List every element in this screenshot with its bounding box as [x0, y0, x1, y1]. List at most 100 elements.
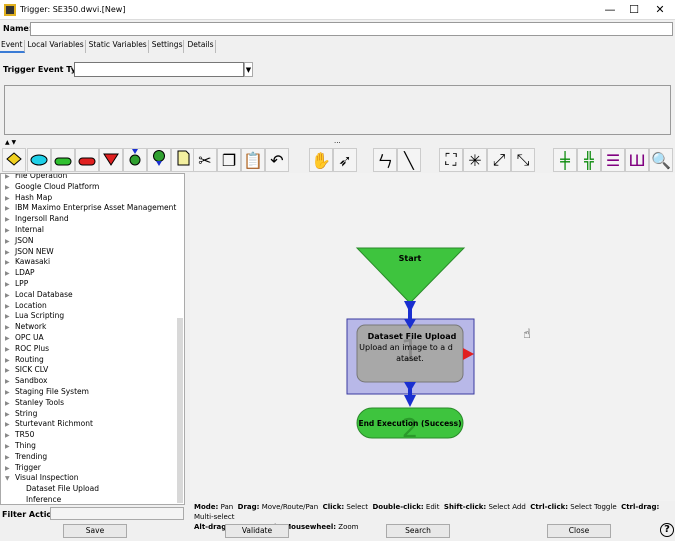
- note-button[interactable]: [171, 148, 195, 172]
- zoom-center-icon: ✳: [468, 150, 482, 170]
- help-icon[interactable]: ?: [660, 523, 674, 537]
- title-bar: Trigger: SE350.dwvi.[New] — ☐ ✕: [0, 0, 675, 20]
- copy-icon: ❐: [221, 150, 237, 170]
- route-orthogonal-button[interactable]: ㄣ: [373, 148, 397, 172]
- close-window-button[interactable]: ✕: [650, 2, 670, 18]
- expanded-arrow-icon[interactable]: ▼: [5, 473, 15, 484]
- tree-item[interactable]: ▶ Trigger: [1, 462, 184, 473]
- tab-bar: Event Local Variables Static Variables S…: [0, 40, 216, 53]
- search-button[interactable]: Search: [386, 524, 450, 538]
- tree-item[interactable]: ▶ TR50: [1, 429, 184, 440]
- tree-child-item[interactable]: Inference: [1, 494, 184, 504]
- tree-item[interactable]: ▶ JSON NEW: [1, 246, 184, 257]
- pan-hand-icon: ✋: [311, 150, 331, 170]
- tree-item[interactable]: ▶ Hash Map: [1, 192, 184, 203]
- description-area[interactable]: [4, 85, 671, 135]
- tree-item[interactable]: ▶ Location: [1, 300, 184, 311]
- zoom-fit-button[interactable]: ⛶: [439, 148, 463, 172]
- route-straight-button[interactable]: ╲: [397, 148, 421, 172]
- tree-item[interactable]: ▶ OPC UA: [1, 332, 184, 343]
- cut-button[interactable]: ✂: [193, 148, 217, 172]
- tree-item[interactable]: ▶ Trending: [1, 451, 184, 462]
- green-terminal-icon: [54, 151, 72, 170]
- pin-node-button[interactable]: [147, 148, 171, 172]
- tree-item[interactable]: ▶ String: [1, 408, 184, 419]
- undo-icon: ↶: [270, 150, 284, 170]
- tab-local-variables[interactable]: Local Variables: [27, 40, 86, 53]
- search-node-button[interactable]: 🔍: [649, 148, 673, 172]
- align-bottom-button[interactable]: Ш: [625, 148, 649, 172]
- green-terminal-button[interactable]: [51, 148, 75, 172]
- splitter-handle[interactable]: ···: [334, 139, 341, 147]
- status-key: Drag:: [237, 503, 260, 511]
- trigger-event-type-select[interactable]: [74, 62, 244, 77]
- tree-item[interactable]: ▶ SICK CLV: [1, 364, 184, 375]
- status-value: Select Add: [488, 503, 526, 511]
- tree-item-label: Thing: [15, 440, 36, 450]
- tree-item[interactable]: ▶ Local Database: [1, 289, 184, 300]
- tree-item[interactable]: ▶ Staging File System: [1, 386, 184, 397]
- decision-diamond-button[interactable]: [2, 148, 26, 172]
- save-button[interactable]: Save: [63, 524, 127, 538]
- validate-button[interactable]: Validate: [225, 524, 289, 538]
- tree-item[interactable]: ▶ Routing: [1, 354, 184, 365]
- tab-settings[interactable]: Settings: [151, 40, 185, 53]
- zoom-in-button[interactable]: ⤢: [487, 148, 511, 172]
- tab-static-variables[interactable]: Static Variables: [88, 40, 149, 53]
- join-node-button[interactable]: [123, 148, 147, 172]
- tree-item[interactable]: ▶ Sturtevant Richmont: [1, 418, 184, 429]
- cut-icon: ✂: [198, 150, 212, 170]
- status-key: Alt-drag:: [194, 523, 230, 531]
- zoom-in-icon: ⤢: [492, 150, 506, 169]
- undo-button[interactable]: ↶: [265, 148, 289, 172]
- name-input[interactable]: [30, 22, 673, 36]
- flow-canvas[interactable]: Start 1 Dataset File Upload Upload an im…: [190, 173, 675, 501]
- action-desc-2: ataset.: [396, 354, 424, 363]
- tree-item[interactable]: ▶ Sandbox: [1, 375, 184, 386]
- zoom-center-button[interactable]: ✳: [463, 148, 487, 172]
- tree-child-item[interactable]: Dataset File Upload: [1, 483, 184, 494]
- tree-item[interactable]: ▶ Lua Scripting: [1, 310, 184, 321]
- zoom-out-button[interactable]: ⤡: [511, 148, 535, 172]
- minimize-button[interactable]: —: [600, 2, 620, 18]
- tree-item-label: Ingersoll Rand: [15, 214, 69, 224]
- copy-button[interactable]: ❐: [217, 148, 241, 172]
- status-value: Zoom: [338, 523, 359, 531]
- filter-actions-input[interactable]: [50, 507, 184, 520]
- tree-item[interactable]: ▼ Visual Inspection: [1, 472, 184, 483]
- tree-item-label: Dataset File Upload: [26, 484, 99, 494]
- distribute-button[interactable]: ╬: [577, 148, 601, 172]
- maximize-button[interactable]: ☐: [624, 2, 644, 18]
- tab-event[interactable]: Event: [0, 40, 25, 53]
- tree-item[interactable]: ▶ Google Cloud Platform: [1, 181, 184, 192]
- red-terminal-button[interactable]: [75, 148, 99, 172]
- align-center-button[interactable]: ╪: [553, 148, 577, 172]
- tree-item[interactable]: ▶ LDAP: [1, 267, 184, 278]
- align-left-button[interactable]: ☰: [601, 148, 625, 172]
- tree-item[interactable]: ▶ Network: [1, 321, 184, 332]
- tree-scrollbar[interactable]: [177, 318, 183, 503]
- tree-item[interactable]: ▶ Ingersoll Rand: [1, 213, 184, 224]
- close-button[interactable]: Close: [547, 524, 611, 538]
- collapse-arrows-icon[interactable]: ▲ ▼: [5, 139, 16, 146]
- tree-item[interactable]: ▶ ROC Plus: [1, 343, 184, 354]
- tree-item[interactable]: ▶ LPP: [1, 278, 184, 289]
- tab-details[interactable]: Details: [186, 40, 216, 53]
- ellipse-node-button[interactable]: [27, 148, 51, 172]
- chevron-down-icon[interactable]: ▼: [244, 62, 253, 77]
- pan-hand-button[interactable]: ✋: [309, 148, 333, 172]
- select-pointer-button[interactable]: ➶: [333, 148, 357, 172]
- tree-item[interactable]: ▶ Stanley Tools: [1, 397, 184, 408]
- tree-item-label: LDAP: [15, 268, 35, 278]
- paste-button[interactable]: 📋: [241, 148, 265, 172]
- route-straight-icon: ╲: [404, 150, 414, 170]
- tree-item[interactable]: ▶ File Operation: [1, 174, 184, 181]
- tree-item[interactable]: ▶ Kawasaki: [1, 256, 184, 267]
- tree-item[interactable]: ▶ IBM Maximo Enterprise Asset Management: [1, 202, 184, 213]
- status-key: Mousewheel:: [284, 523, 337, 531]
- tree-item[interactable]: ▶ Thing: [1, 440, 184, 451]
- tree-item-label: Kawasaki: [15, 257, 51, 267]
- tree-item[interactable]: ▶ Internal: [1, 224, 184, 235]
- start-triangle-button[interactable]: [99, 148, 123, 172]
- tree-item[interactable]: ▶ JSON: [1, 235, 184, 246]
